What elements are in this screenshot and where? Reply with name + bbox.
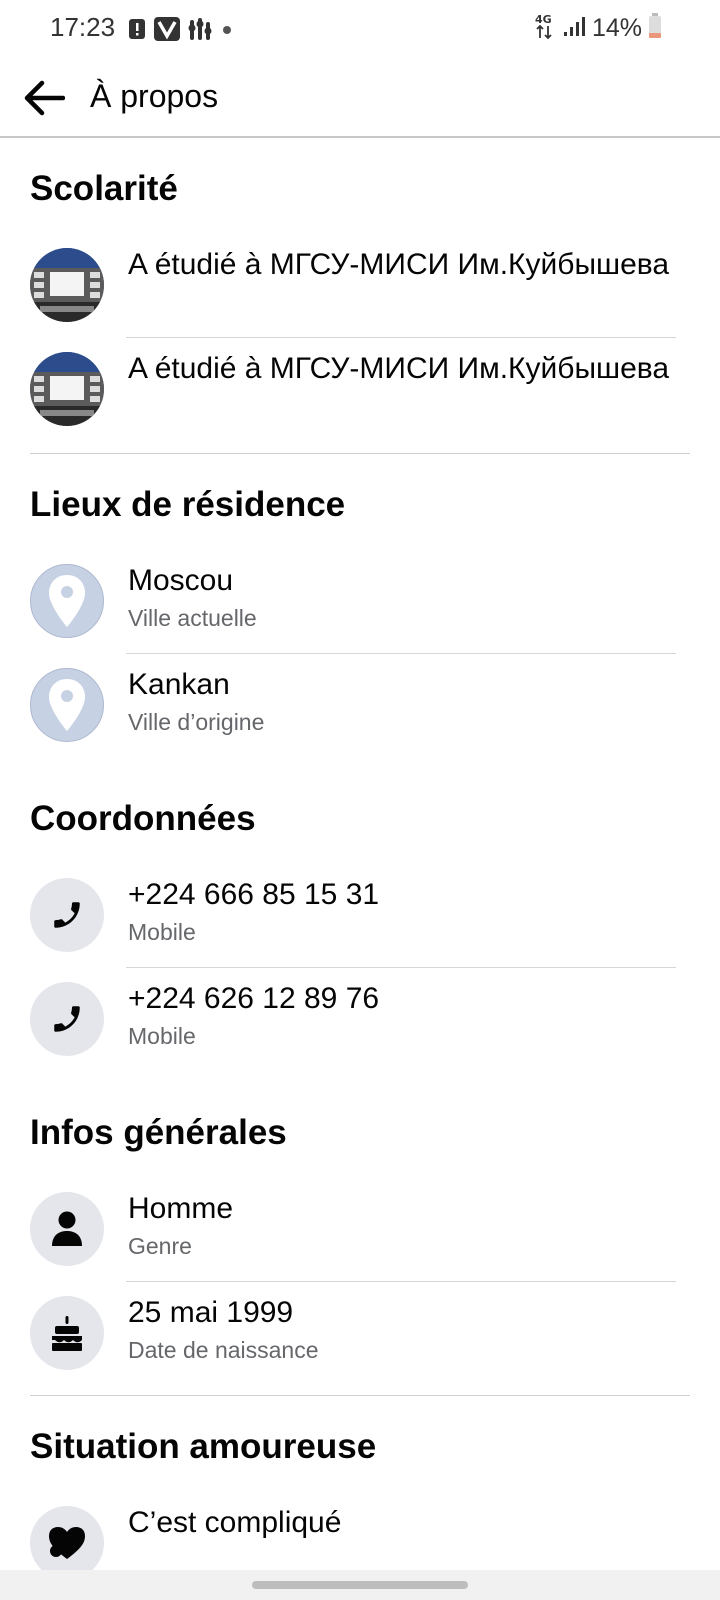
status-time: 17:23: [50, 12, 116, 42]
relationship-value: C’est compliqué: [128, 1506, 342, 1539]
home-handle[interactable]: [252, 1581, 468, 1589]
phone-number: +224 626 12 89 76: [128, 982, 380, 1015]
item-text: +224 626 12 89 76 Mobile: [128, 980, 680, 1050]
phone-avatar: [30, 982, 104, 1056]
phone-avatar: [30, 878, 104, 952]
status-bar: 17:23 4G 14%: [0, 0, 720, 56]
birthday-value: 25 mai 1999: [128, 1296, 294, 1329]
birthday-item[interactable]: 25 mai 1999 Date de naissance: [0, 1282, 720, 1386]
section-title: Scolarité: [30, 169, 178, 208]
gender-label: Genre: [128, 1233, 192, 1259]
gender-value: Homme: [128, 1192, 234, 1225]
phone-icon: [54, 1006, 80, 1032]
page-title: À propos: [90, 78, 219, 114]
battery-percentage: 14%: [591, 14, 642, 42]
battery-icon: [648, 13, 662, 44]
places-section: Lieux de résidence Moscou Ville actuelle…: [0, 454, 720, 768]
item-text: A étudié à МГСУ-МИСИ Им.Куйбышева: [128, 350, 680, 387]
item-text: +224 666 85 15 31 Mobile: [128, 876, 680, 946]
place-name: Moscou: [128, 564, 234, 597]
basic-info-section: Infos générales Homme Genre 25 mai 1999 …: [0, 1082, 720, 1396]
birthday-cake-icon: [52, 1316, 82, 1351]
phone-item[interactable]: +224 626 12 89 76 Mobile: [0, 968, 720, 1072]
section-title: Situation amoureuse: [30, 1427, 377, 1466]
item-text: Kankan Ville d’origine: [128, 666, 680, 736]
item-text: C’est compliqué: [128, 1504, 680, 1541]
education-item[interactable]: A étudié à МГСУ-МИСИ Им.Куйбышева: [0, 234, 720, 338]
birthday-label: Date de naissance: [128, 1337, 319, 1363]
person-icon: [52, 1211, 82, 1246]
phone-icon: [54, 902, 80, 928]
svg-text:4G: 4G: [535, 13, 552, 26]
cake-avatar: [30, 1296, 104, 1370]
item-text: A étudié à МГСУ-МИСИ Им.Куйбышева: [128, 246, 680, 283]
map-pin-icon: [49, 679, 85, 731]
contact-section: Coordonnées +224 666 85 15 31 Mobile +22…: [0, 768, 720, 1082]
place-item[interactable]: Moscou Ville actuelle: [0, 550, 720, 654]
place-type: Ville actuelle: [128, 605, 257, 631]
place-type: Ville d’origine: [128, 709, 265, 735]
school-avatar: [30, 248, 104, 322]
school-avatar: [30, 352, 104, 426]
phone-item[interactable]: +224 666 85 15 31 Mobile: [0, 864, 720, 968]
about-screen: 17:23 4G 14% À propos Scolarité A étudié…: [0, 0, 720, 1600]
relationship-section: Situation amoureuse C’est compliqué: [0, 1396, 720, 1596]
education-text: A étudié à МГСУ-МИСИ Им.Куйбышева: [128, 352, 670, 385]
more-dot-icon: [220, 17, 234, 46]
item-text: 25 mai 1999 Date de naissance: [128, 1294, 680, 1364]
app-header: À propos: [0, 56, 720, 138]
v-app-icon: [154, 17, 180, 46]
place-name: Kankan: [128, 668, 230, 701]
network-4g-icon: 4G: [534, 12, 556, 45]
gesture-bar: [0, 1570, 720, 1600]
broken-heart-icon: [49, 1527, 85, 1559]
equalizer-icon: [188, 16, 212, 47]
map-pin-avatar: [30, 668, 104, 742]
alert-icon: [128, 17, 146, 46]
phone-number: +224 666 85 15 31: [128, 878, 380, 911]
place-item[interactable]: Kankan Ville d’origine: [0, 654, 720, 758]
heart-avatar: [30, 1506, 104, 1580]
arrow-left-icon: [24, 80, 65, 116]
item-text: Moscou Ville actuelle: [128, 562, 680, 632]
status-right: 4G 14%: [534, 12, 662, 45]
phone-type: Mobile: [128, 919, 196, 945]
section-title: Coordonnées: [30, 799, 256, 838]
gender-item[interactable]: Homme Genre: [0, 1178, 720, 1282]
signal-icon: [562, 14, 586, 43]
about-content: Scolarité A étudié à МГСУ-МИСИ Им.Куйбыш…: [0, 138, 720, 1596]
person-avatar: [30, 1192, 104, 1266]
map-pin-avatar: [30, 564, 104, 638]
section-title: Lieux de résidence: [30, 485, 346, 524]
education-text: A étudié à МГСУ-МИСИ Им.Куйбышева: [128, 248, 670, 281]
map-pin-icon: [49, 575, 85, 627]
item-text: Homme Genre: [128, 1190, 680, 1260]
section-title: Infos générales: [30, 1113, 287, 1152]
education-section: Scolarité A étudié à МГСУ-МИСИ Им.Куйбыш…: [0, 138, 720, 454]
notification-icons: [128, 16, 234, 47]
back-button[interactable]: [20, 74, 68, 122]
education-item[interactable]: A étudié à МГСУ-МИСИ Им.Куйбышева: [0, 338, 720, 442]
phone-type: Mobile: [128, 1023, 196, 1049]
